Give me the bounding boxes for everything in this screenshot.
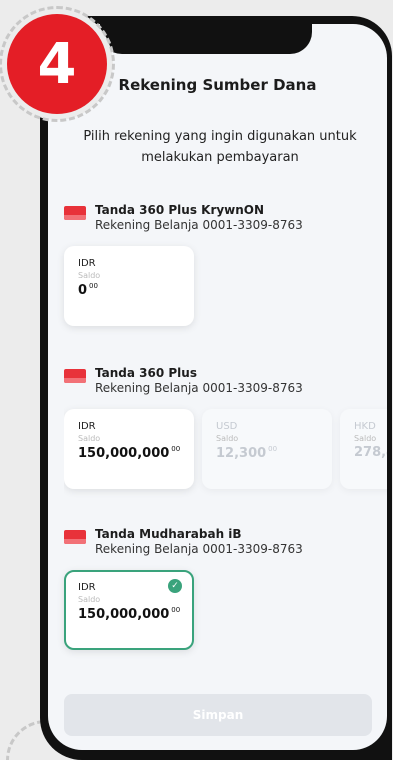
phone-notch xyxy=(100,20,312,54)
balance-amount: 278,4 xyxy=(354,445,387,460)
checkmark-icon: ✓ xyxy=(168,579,182,593)
account-name: Tanda Mudharabah iB xyxy=(95,527,242,541)
step-number-badge: 4 xyxy=(0,6,115,122)
balance-label: Saldo xyxy=(78,271,101,280)
balance-card-selected[interactable]: ✓ IDR Saldo 150,000,000 00 xyxy=(64,570,194,650)
amount-value: 150,000,000 xyxy=(78,607,170,622)
balance-label: Saldo xyxy=(78,595,101,604)
balance-amount: 12,300 00 xyxy=(216,445,318,461)
currency-code: IDR xyxy=(78,258,96,269)
account-number: Rekening Belanja 0001-3309-8763 xyxy=(95,218,303,232)
amount-value: 278,4 xyxy=(354,445,387,460)
account-group: Tanda Mudharabah iB Rekening Belanja 000… xyxy=(64,527,303,650)
balance-card[interactable]: USD Saldo 12,300 00 xyxy=(202,409,332,489)
save-button[interactable]: Simpan xyxy=(64,694,372,736)
amount-decimals: 00 xyxy=(268,445,278,453)
currency-code: HKD xyxy=(354,421,376,432)
amount-value: 0 xyxy=(78,283,88,298)
amount-decimals: 00 xyxy=(171,445,181,453)
flag-icon xyxy=(64,369,86,383)
account-group: Tanda 360 Plus KrywnON Rekening Belanja … xyxy=(64,203,303,326)
account-name: Tanda 360 Plus xyxy=(95,366,197,380)
balance-amount: 0 00 xyxy=(78,282,180,298)
balance-amount: 150,000,000 00 xyxy=(78,445,180,461)
balance-amount: 150,000,000 00 xyxy=(78,606,180,622)
flag-icon xyxy=(64,206,86,220)
balance-label: Saldo xyxy=(78,434,101,443)
account-number: Rekening Belanja 0001-3309-8763 xyxy=(95,542,303,556)
currency-code: IDR xyxy=(78,421,96,432)
balance-label: Saldo xyxy=(216,434,239,443)
amount-value: 150,000,000 xyxy=(78,446,170,461)
currency-code: USD xyxy=(216,421,238,432)
balance-card[interactable]: HKD Saldo 278,4 xyxy=(340,409,387,489)
page-subtitle: Pilih rekening yang ingin digunakan untu… xyxy=(83,129,357,165)
amount-value: 12,300 xyxy=(216,446,267,461)
amount-decimals: 00 xyxy=(89,282,98,290)
amount-decimals: 00 xyxy=(171,606,181,614)
flag-icon xyxy=(64,530,86,544)
balance-card[interactable]: IDR Saldo 150,000,000 00 xyxy=(64,409,194,489)
account-name: Tanda 360 Plus KrywnON xyxy=(95,203,265,217)
balance-card[interactable]: IDR Saldo 0 00 xyxy=(64,246,194,326)
step-number: 4 xyxy=(37,31,77,97)
account-group: Tanda 360 Plus Rekening Belanja 0001-330… xyxy=(64,366,387,499)
balance-label: Saldo xyxy=(354,434,377,443)
account-number: Rekening Belanja 0001-3309-8763 xyxy=(95,381,303,395)
currency-code: IDR xyxy=(78,582,96,593)
